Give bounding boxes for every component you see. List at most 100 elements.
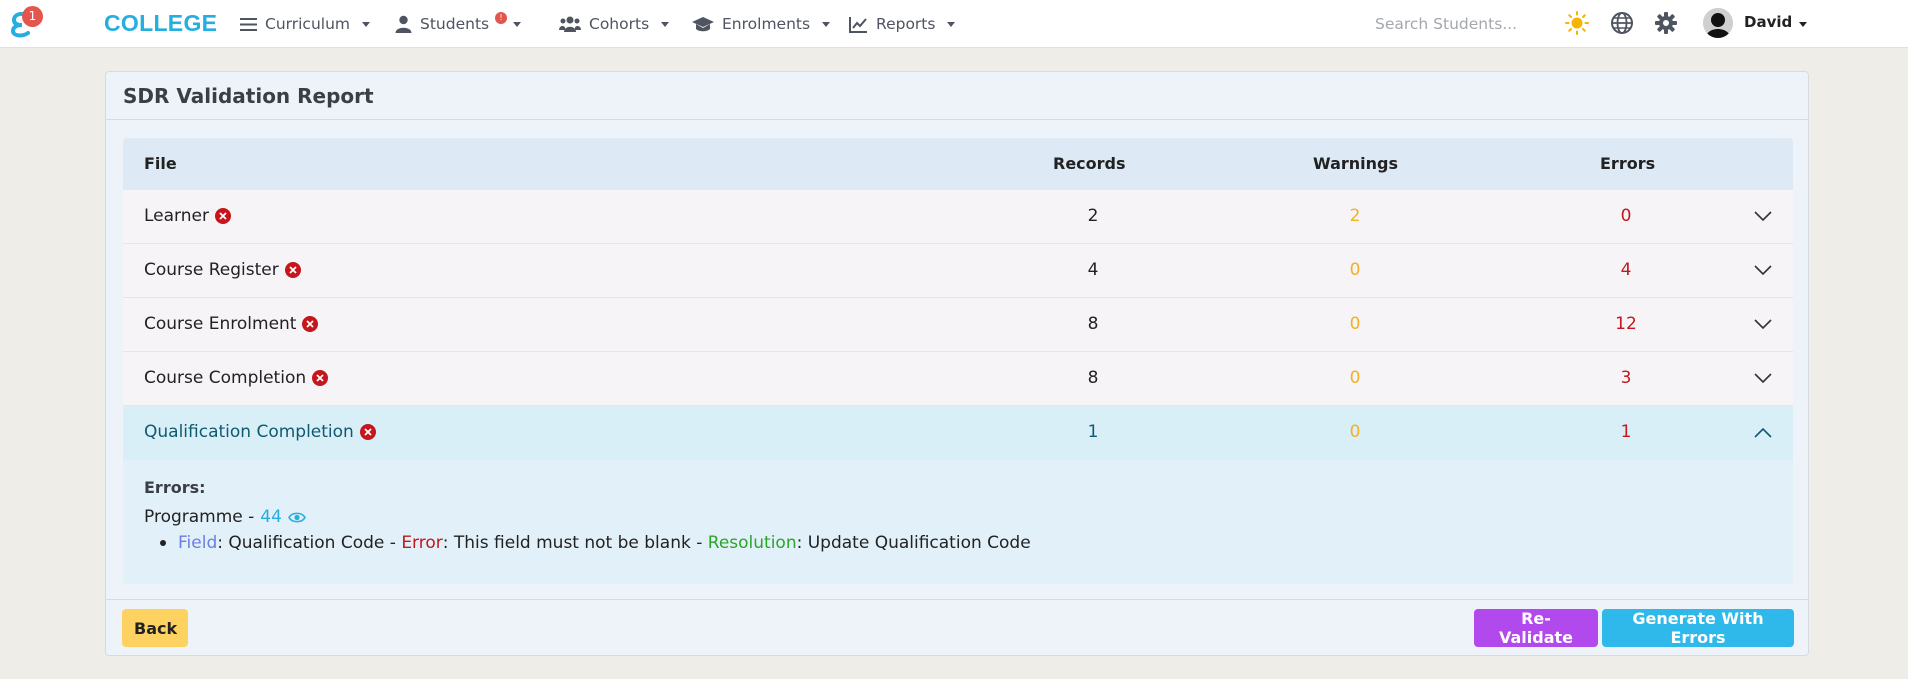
field-value: : Qualification Code - <box>217 533 402 553</box>
file-cell: Course Enrolment <box>144 314 319 334</box>
generate-with-errors-button[interactable]: Generate With Errors <box>1602 609 1794 647</box>
col-file-header: File <box>144 154 177 173</box>
file-name: Qualification Completion <box>144 422 354 442</box>
card-header: SDR Validation Report <box>106 72 1808 120</box>
nav-students-label: Students <box>420 15 490 33</box>
file-cell: Course Register <box>144 260 301 280</box>
table-row[interactable]: Learner 2 2 0 <box>123 190 1793 244</box>
errors-heading: Errors: <box>144 478 206 497</box>
records-value: 4 <box>1087 260 1099 280</box>
file-cell: Qualification Completion <box>144 422 376 442</box>
col-warnings-header: Warnings <box>1313 154 1399 173</box>
resolution-value: : Update Qualification Code <box>796 533 1031 553</box>
file-cell: Course Completion <box>144 368 329 388</box>
sun-icon[interactable] <box>1565 11 1589 35</box>
validation-report-card: SDR Validation Report File Records Warni… <box>105 71 1809 656</box>
col-errors-header: Errors <box>1600 154 1656 173</box>
nav-reports-label: Reports <box>876 15 936 33</box>
errors-value: 12 <box>1615 314 1637 334</box>
programme-line: Programme - 44 <box>144 507 1772 527</box>
nav-students[interactable]: Students ! <box>395 12 522 36</box>
globe-icon[interactable] <box>1610 11 1634 35</box>
menu-icon <box>240 17 257 31</box>
error-item: Field : Qualification Code - Error : Thi… <box>160 533 1772 553</box>
error-label: Error <box>401 533 443 553</box>
warnings-value: 2 <box>1349 206 1361 226</box>
chevron-down-icon[interactable] <box>1754 265 1772 276</box>
brand-name[interactable]: COLLEGE <box>104 10 217 37</box>
caret-down-icon <box>362 21 371 27</box>
page-title: SDR Validation Report <box>123 84 374 108</box>
errors-value: 0 <box>1620 206 1632 226</box>
records-value: 2 <box>1087 206 1099 226</box>
file-cell: Learner <box>144 206 231 226</box>
revalidate-button[interactable]: Re-Validate <box>1474 609 1598 647</box>
eye-icon[interactable] <box>288 511 306 524</box>
resolution-label: Resolution <box>707 533 797 553</box>
records-value: 8 <box>1087 314 1099 334</box>
error-x-icon <box>214 208 231 224</box>
card-footer: Back Re-Validate Generate With Errors <box>106 599 1808 655</box>
warnings-value: 0 <box>1349 368 1361 388</box>
error-x-icon <box>302 316 319 332</box>
user-avatar-icon <box>1703 8 1733 38</box>
programme-link[interactable]: 44 <box>260 507 282 527</box>
chevron-up-icon[interactable] <box>1754 427 1772 438</box>
error-x-icon <box>312 370 329 386</box>
nav-cohorts-label: Cohorts <box>589 15 650 33</box>
chart-line-icon <box>849 16 867 33</box>
file-name: Course Register <box>144 260 279 280</box>
errors-value: 3 <box>1620 368 1632 388</box>
users-icon <box>559 16 581 32</box>
search-input[interactable] <box>1375 12 1555 36</box>
back-button[interactable]: Back <box>122 609 188 647</box>
table-row[interactable]: Course Register 4 0 4 <box>123 244 1793 298</box>
user-name-label: David <box>1744 13 1793 31</box>
nav-cohorts[interactable]: Cohorts <box>559 12 670 36</box>
bullet-icon <box>160 540 166 546</box>
caret-down-icon <box>947 21 956 27</box>
error-detail-panel: Errors: Programme - 44 Field : Qualifica… <box>123 460 1793 584</box>
records-value: 1 <box>1087 422 1099 442</box>
graduation-cap-icon <box>692 17 714 32</box>
file-name: Learner <box>144 206 209 226</box>
caret-down-icon <box>822 21 831 27</box>
table-row-expanded[interactable]: Qualification Completion 1 0 1 <box>123 406 1793 460</box>
nav-curriculum[interactable]: Curriculum <box>240 12 371 36</box>
programme-label: Programme - <box>144 507 255 527</box>
user-menu[interactable]: David <box>1744 13 1808 31</box>
chevron-down-icon[interactable] <box>1754 373 1772 384</box>
file-name: Course Enrolment <box>144 314 297 334</box>
chevron-down-icon[interactable] <box>1754 319 1772 330</box>
avatar[interactable] <box>1703 8 1733 38</box>
gear-icon[interactable] <box>1654 11 1678 35</box>
nav-curriculum-label: Curriculum <box>265 15 351 33</box>
col-records-header: Records <box>1053 154 1126 173</box>
nav-enrolments[interactable]: Enrolments <box>692 12 831 36</box>
nav-reports[interactable]: Reports <box>849 12 956 36</box>
error-value: : This field must not be blank - <box>442 533 708 553</box>
warnings-value: 0 <box>1349 260 1361 280</box>
error-x-icon <box>284 262 301 278</box>
file-name: Course Completion <box>144 368 307 388</box>
table-row[interactable]: Course Completion 8 0 3 <box>123 352 1793 406</box>
caret-down-icon <box>661 21 670 27</box>
records-value: 8 <box>1087 368 1099 388</box>
warnings-value: 0 <box>1349 314 1361 334</box>
nav-enrolments-label: Enrolments <box>722 15 811 33</box>
table-header: File Records Warnings Errors <box>123 138 1793 190</box>
warnings-value: 0 <box>1349 422 1361 442</box>
table-row[interactable]: Course Enrolment 8 0 12 <box>123 298 1793 352</box>
logo[interactable]: 1 <box>8 6 43 40</box>
errors-value: 1 <box>1620 422 1632 442</box>
error-x-icon <box>359 424 376 440</box>
validation-table: File Records Warnings Errors Learner 2 2… <box>123 138 1793 584</box>
caret-down-icon <box>1799 22 1808 27</box>
notification-badge: 1 <box>22 6 43 27</box>
caret-down-icon <box>513 21 522 27</box>
field-label: Field <box>178 533 218 553</box>
top-navbar: 1 COLLEGE Curriculum Students ! Cohorts … <box>0 0 1908 48</box>
user-icon <box>395 15 412 33</box>
errors-value: 4 <box>1620 260 1632 280</box>
chevron-down-icon[interactable] <box>1754 211 1772 222</box>
